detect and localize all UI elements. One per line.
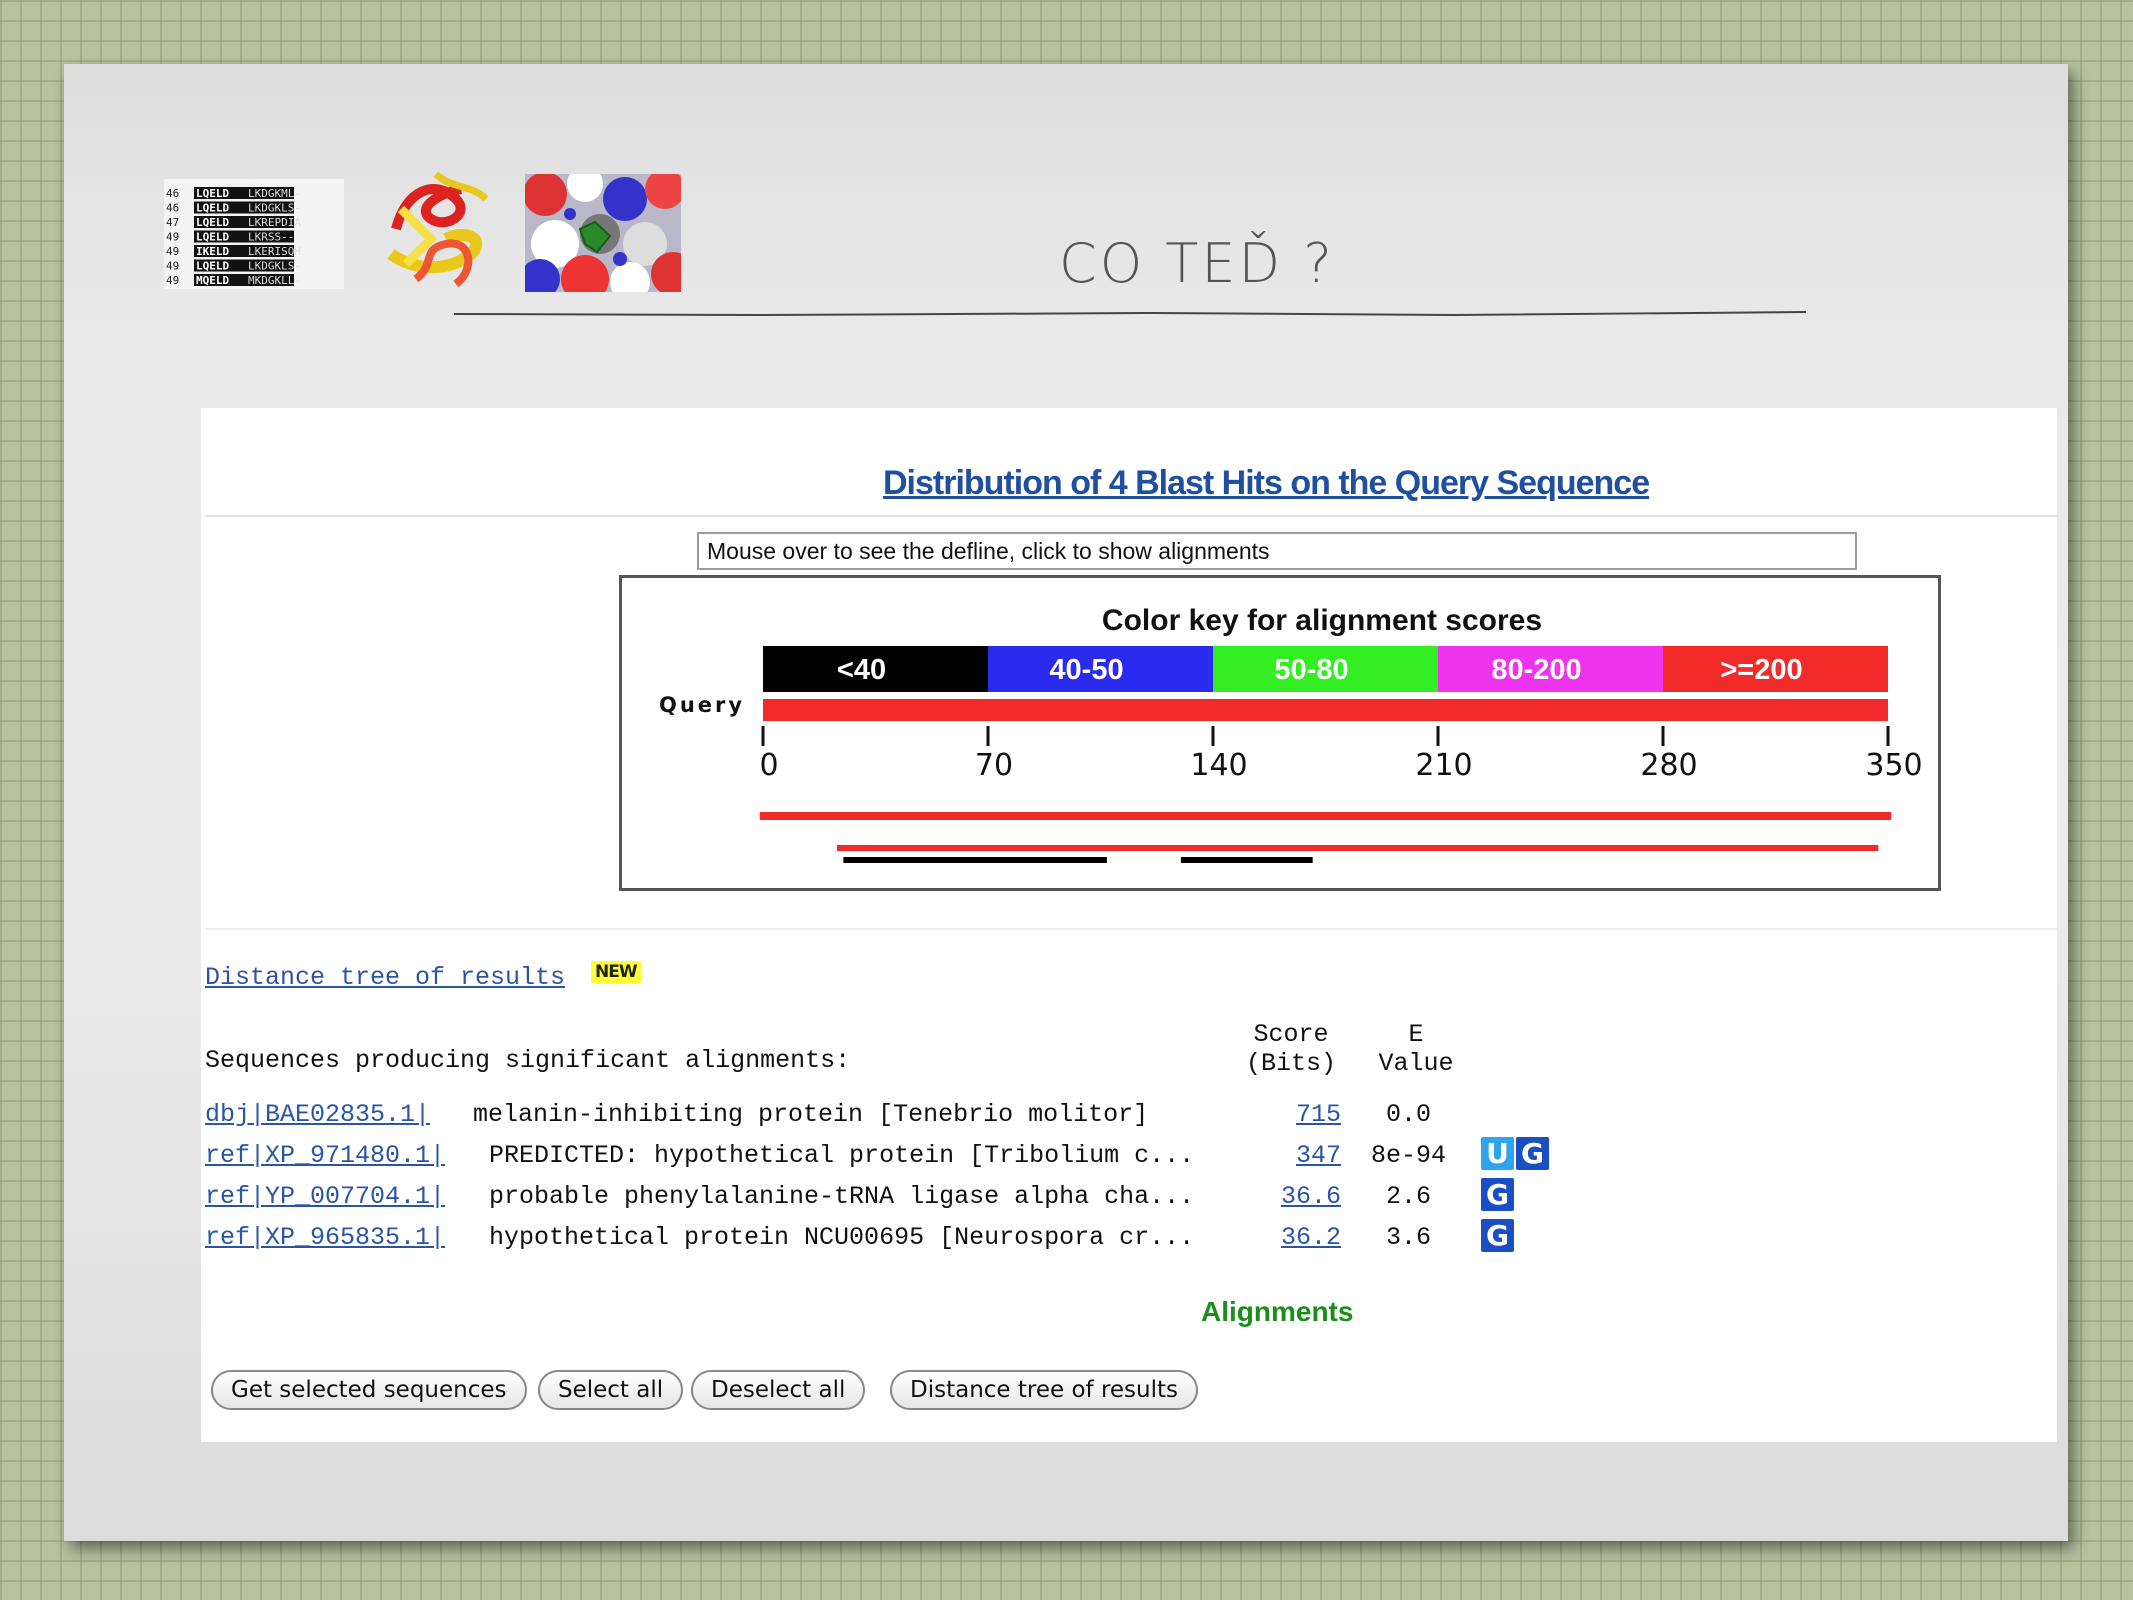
alignment-sequence: IKELD bbox=[196, 245, 229, 258]
evalue: 2.6 bbox=[1386, 1182, 1432, 1211]
alignment-sequence: LQELD bbox=[196, 202, 229, 215]
alignment-tail: LKDGKML- bbox=[248, 187, 301, 200]
blast-hits-graphic: Color key for alignment scores <40 40-50 5… bbox=[619, 575, 1941, 891]
alignment-row-number: 49 bbox=[166, 231, 179, 244]
hit-bar[interactable] bbox=[836, 845, 1879, 851]
hit-row: dbj|BAE02835.1| melanin-inhibiting prote… bbox=[201, 1100, 1801, 1136]
accession-link[interactable]: ref|YP_007704.1| bbox=[205, 1182, 445, 1211]
hit-description: hypothetical protein NCU00695 [Neurospor… bbox=[489, 1223, 1195, 1252]
color-key-bin-label: 40-50 bbox=[1049, 654, 1123, 686]
evalue-column-header: E Value bbox=[1378, 1020, 1454, 1078]
gene-link-icon[interactable]: G bbox=[1516, 1137, 1549, 1170]
evalue: 8e-94 bbox=[1371, 1141, 1447, 1170]
axis-tick-label: 0 bbox=[759, 748, 778, 783]
blast-results-screenshot: Distribution of 4 Blast Hits on the Quer… bbox=[201, 408, 2057, 1442]
color-key-bin-label: >=200 bbox=[1720, 654, 1802, 686]
alignment-row-number: 49 bbox=[166, 260, 179, 273]
accession-link[interactable]: ref|XP_971480.1| bbox=[205, 1141, 445, 1170]
hit-bar[interactable] bbox=[759, 812, 1892, 820]
score-link[interactable]: 36.6 bbox=[1261, 1182, 1341, 1211]
divider bbox=[205, 515, 2057, 517]
query-bar bbox=[763, 699, 1888, 721]
linkout-badges: UG bbox=[1481, 1137, 1551, 1173]
hit-description: melanin-inhibiting protein [Tenebrio mol… bbox=[473, 1100, 1149, 1129]
alignment-row-number: 46 bbox=[166, 202, 179, 215]
alignment-tail: LKDGKLS- bbox=[248, 260, 301, 273]
alignment-row-number: 47 bbox=[166, 216, 179, 229]
defline-field[interactable]: Mouse over to see the defline, click to … bbox=[697, 532, 1857, 570]
alignment-tail: LKDGKLS- bbox=[248, 202, 301, 215]
score-link[interactable]: 347 bbox=[1261, 1141, 1341, 1170]
accession-link[interactable]: ref|XP_965835.1| bbox=[205, 1223, 445, 1252]
alignment-tail: LKERISQH bbox=[248, 245, 301, 258]
new-badge: NEW bbox=[591, 961, 641, 983]
alignments-heading: Alignments bbox=[1201, 1296, 1354, 1327]
divider bbox=[205, 928, 2057, 930]
unigene-link-icon[interactable]: U bbox=[1481, 1137, 1514, 1170]
color-key-title: Color key for alignment scores bbox=[1102, 604, 1542, 637]
get-selected-sequences-button[interactable]: Get selected sequences bbox=[211, 1370, 527, 1410]
sequence-alignment-thumbnail: 46 LQELD LKDGKML- 46 LQELD LKDGKLS- 47 LQELD LKR… bbox=[164, 179, 344, 289]
title-underline bbox=[454, 311, 1806, 317]
slide: 46 LQELD LKDGKML- 46 LQELD LKDGKLS- 47 LQELD LKR… bbox=[64, 64, 2068, 1541]
protein-ribbon-thumbnail bbox=[387, 171, 489, 288]
axis-tick-label: 140 bbox=[1190, 748, 1247, 783]
axis-tick-label: 70 bbox=[975, 748, 1013, 783]
slide-title: CO TEĎ ? bbox=[1059, 232, 1335, 295]
hit-bar[interactable] bbox=[843, 857, 1107, 863]
color-key-bin-label: 80-200 bbox=[1491, 654, 1581, 686]
evalue: 3.6 bbox=[1386, 1223, 1432, 1252]
gene-link-icon[interactable]: G bbox=[1481, 1178, 1514, 1211]
hit-row: ref|YP_007704.1| probable phenylalanine-… bbox=[201, 1178, 1801, 1218]
alignment-tail: LKREPDIA bbox=[248, 216, 301, 229]
deselect-all-button[interactable]: Deselect all bbox=[691, 1370, 866, 1410]
axis-tick-label: 280 bbox=[1640, 748, 1697, 783]
alignment-sequence: LQELD bbox=[196, 187, 229, 200]
score-link[interactable]: 36.2 bbox=[1261, 1223, 1341, 1252]
score-column-header: Score (Bits) bbox=[1245, 1020, 1336, 1078]
hit-row: ref|XP_971480.1| PREDICTED: hypothetical… bbox=[201, 1137, 1801, 1177]
select-all-button[interactable]: Select all bbox=[538, 1370, 684, 1410]
alignment-row-number: 46 bbox=[166, 187, 179, 200]
accession-link[interactable]: dbj|BAE02835.1| bbox=[205, 1100, 430, 1129]
alignment-tail: MKDGKLL- bbox=[248, 274, 301, 287]
evalue: 0.0 bbox=[1386, 1100, 1432, 1129]
linkout-badges: G bbox=[1481, 1219, 1516, 1255]
hit-description: probable phenylalanine-tRNA ligase alpha… bbox=[489, 1182, 1195, 1211]
score-link[interactable]: 715 bbox=[1261, 1100, 1341, 1129]
hit-row: ref|XP_965835.1| hypothetical protein NC… bbox=[201, 1219, 1801, 1259]
query-label: Query bbox=[659, 693, 745, 717]
blast-distribution-heading[interactable]: Distribution of 4 Blast Hits on the Quer… bbox=[883, 464, 1883, 503]
hit-bar[interactable] bbox=[1180, 857, 1313, 863]
color-key-bin-label: <40 bbox=[837, 654, 886, 686]
molecular-surface-thumbnail bbox=[525, 174, 681, 292]
linkout-badges: G bbox=[1481, 1178, 1516, 1214]
axis-tick-label: 350 bbox=[1865, 748, 1922, 783]
sequences-header: Sequences producing significant alignmen… bbox=[205, 1046, 851, 1075]
hit-description: PREDICTED: hypothetical protein [Triboli… bbox=[489, 1141, 1195, 1170]
gene-link-icon[interactable]: G bbox=[1481, 1219, 1514, 1252]
axis-tick-label: 210 bbox=[1415, 748, 1472, 783]
distance-tree-link[interactable]: Distance tree of results bbox=[205, 963, 565, 992]
alignment-sequence: MQELD bbox=[196, 274, 229, 287]
color-key-bin-label: 50-80 bbox=[1274, 654, 1348, 686]
distance-tree-button[interactable]: Distance tree of results bbox=[890, 1370, 1198, 1410]
alignment-sequence: LQELD bbox=[196, 260, 229, 273]
alignment-sequence: LQELD bbox=[196, 216, 229, 229]
alignment-sequence: LQELD bbox=[196, 231, 229, 244]
alignment-row-number: 49 bbox=[166, 274, 179, 287]
alignment-row-number: 49 bbox=[166, 245, 179, 258]
alignment-tail: LKRSS-- bbox=[248, 231, 294, 244]
